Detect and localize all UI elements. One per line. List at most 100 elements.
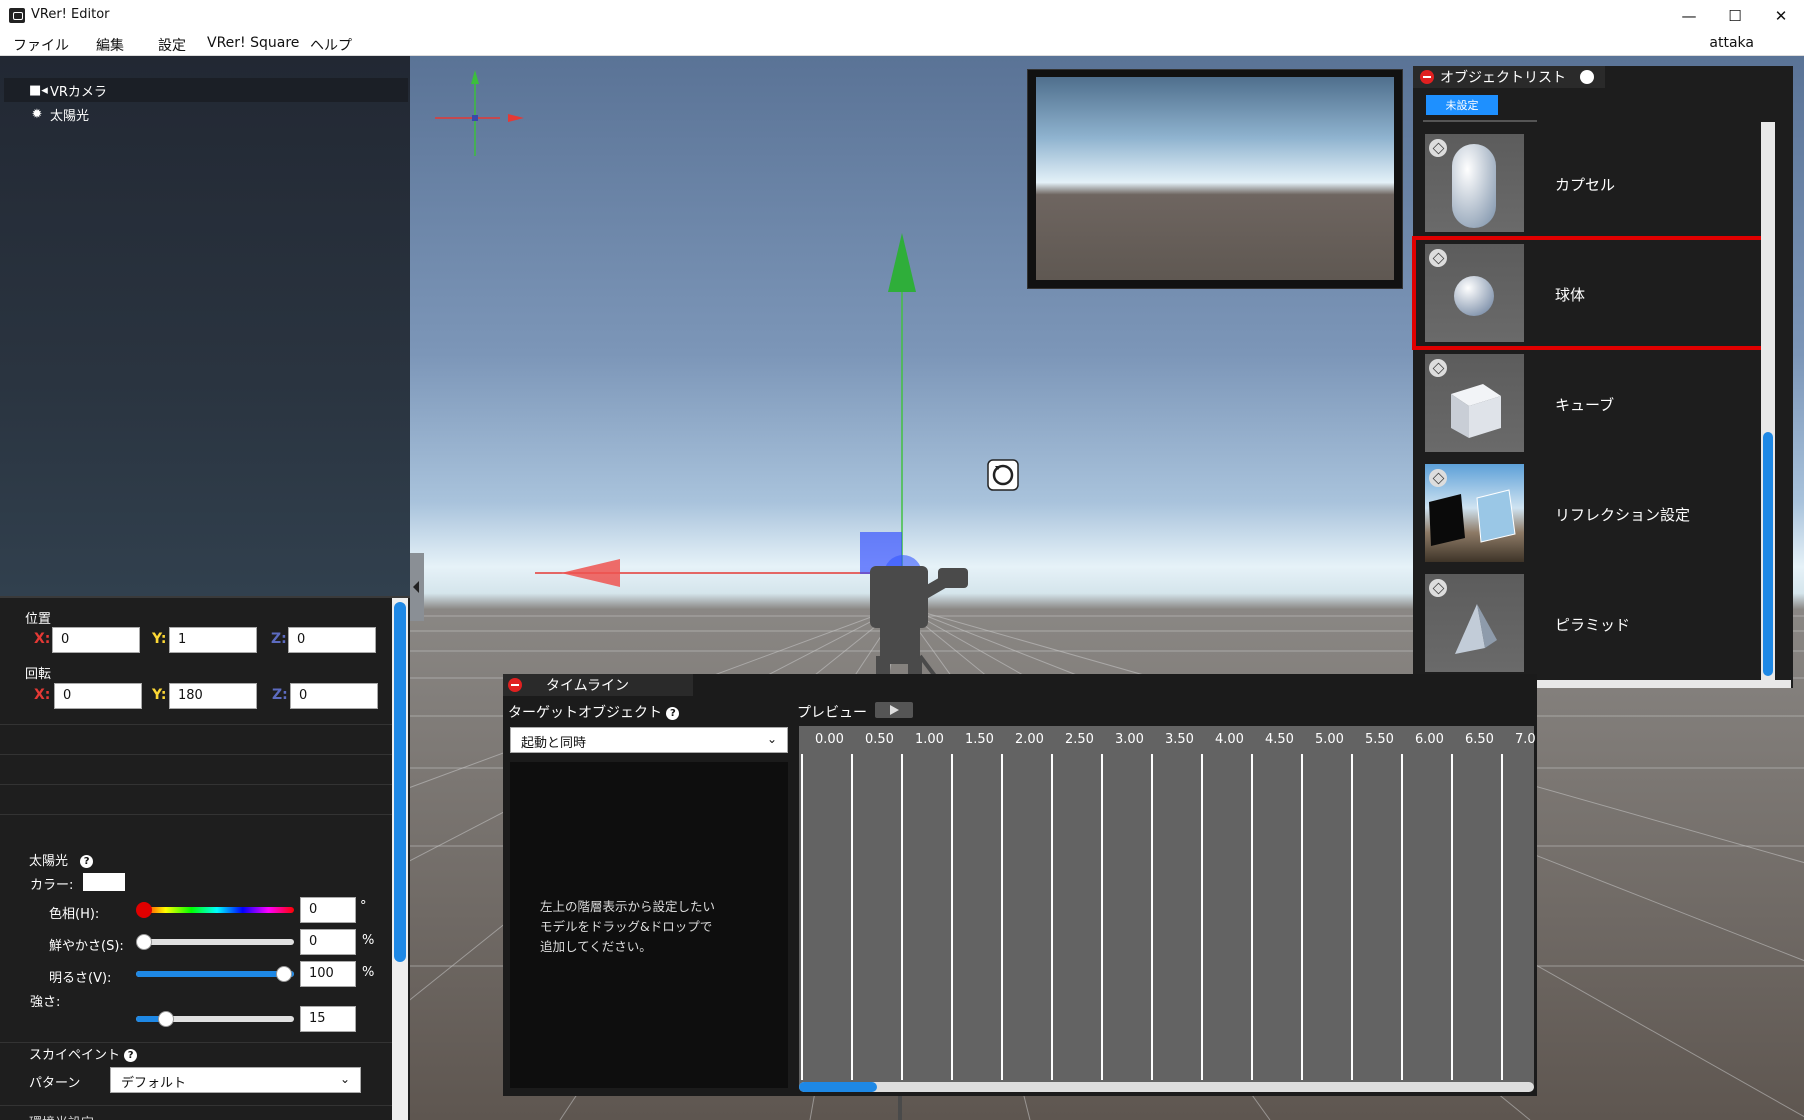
chevron-down-icon: ⌄ [766, 732, 777, 746]
intensity-field[interactable]: 15 [300, 1006, 356, 1032]
saturation-slider-handle[interactable] [136, 934, 152, 950]
menu-edit[interactable]: 編集 [96, 35, 124, 55]
pattern-select[interactable]: デフォルト ⌄ [110, 1067, 361, 1093]
position-y-label: Y: [152, 631, 167, 647]
info-icon[interactable] [1580, 70, 1594, 84]
timeline-tick-label: 5.50 [1365, 732, 1394, 747]
color-label: カラー: [30, 878, 74, 893]
object-name: ピラミッド [1555, 616, 1631, 634]
hierarchy-item-label: 太陽光 [50, 108, 90, 124]
position-x-field[interactable]: 0 [52, 627, 140, 653]
timeline-tick-label: 6.00 [1415, 732, 1444, 747]
timeline-tick-label: 1.00 [915, 732, 944, 747]
hue-slider-handle[interactable] [136, 902, 152, 918]
timeline-scroll-thumb[interactable] [799, 1082, 877, 1092]
inspector-scroll-thumb[interactable] [394, 602, 406, 962]
cube-icon [1429, 579, 1447, 597]
rotate-tool-icon[interactable] [987, 459, 1019, 491]
brightness-unit: % [362, 965, 375, 980]
maximize-button[interactable]: ☐ [1712, 0, 1758, 31]
help-icon[interactable]: ? [124, 1049, 138, 1062]
position-y-field[interactable]: 1 [169, 627, 257, 653]
rotation-y-field[interactable]: 180 [169, 683, 257, 709]
help-icon[interactable]: ? [666, 706, 680, 720]
menu-settings[interactable]: 設定 [158, 35, 186, 55]
panel-collapse-toggle[interactable] [410, 553, 424, 621]
object-item-reflection-settings[interactable]: リフレクション設定 [1425, 464, 1725, 564]
object-thumbnail [1425, 354, 1524, 452]
sunlight-section-title: 太陽光 ? [29, 850, 94, 869]
object-item-pyramid[interactable]: ピラミッド [1425, 574, 1725, 674]
help-icon[interactable]: ? [80, 855, 94, 868]
timeline-tick-label: 1.50 [965, 732, 994, 747]
object-item-capsule[interactable]: カプセル [1425, 134, 1725, 234]
hierarchy-item-sunlight[interactable]: ✹ 太陽光 [4, 102, 408, 126]
timeline-tick-label: 2.00 [1015, 732, 1044, 747]
rotation-z-label: Z: [272, 687, 288, 703]
position-z-field[interactable]: 0 [288, 627, 376, 653]
hue-field[interactable]: 0 [300, 897, 356, 923]
close-window-button[interactable]: ✕ [1758, 0, 1804, 31]
timeline-tick-label: 0.00 [815, 732, 844, 747]
camera-preview-image [1036, 77, 1394, 280]
divider [0, 1105, 392, 1106]
timeline-tab[interactable]: タイムライン [503, 674, 693, 696]
menu-help[interactable]: ヘルプ [310, 35, 352, 55]
hue-label: 色相(H): [49, 907, 100, 922]
timeline-tick-label: 0.50 [865, 732, 894, 747]
cube-icon [1429, 139, 1447, 157]
saturation-slider[interactable] [140, 939, 294, 945]
user-name[interactable]: attaka [1709, 35, 1754, 51]
object-thumbnail [1425, 574, 1524, 672]
sun-icon: ✹ [31, 106, 43, 122]
rotation-y-label: Y: [152, 687, 167, 703]
object-list-scroll-thumb[interactable] [1763, 432, 1773, 676]
timeline-track[interactable] [799, 726, 1534, 1088]
saturation-label: 鮮やかさ(S): [49, 939, 124, 954]
hierarchy-item-vr-camera[interactable]: ■◂ VRカメラ [4, 78, 408, 102]
rotation-z-field[interactable]: 0 [290, 683, 378, 709]
timeline-tick-label: 4.50 [1265, 732, 1294, 747]
timeline-tick-line [951, 754, 953, 1080]
skypaint-section-title: スカイペイント ? [29, 1044, 138, 1063]
saturation-field[interactable]: 0 [300, 929, 356, 955]
timeline-tick-line [1101, 754, 1103, 1080]
rotation-x-field[interactable]: 0 [54, 683, 142, 709]
timeline-tick-line [1501, 754, 1503, 1080]
timeline-tick-label: 2.50 [1065, 732, 1094, 747]
camera-preview-window [1027, 69, 1403, 289]
cube-icon [1429, 359, 1447, 377]
object-list-panel: オブジェクトリスト 未設定 カプセル 球体 キューブ リフレクション設定 ピラミ… [1412, 66, 1793, 688]
object-list-tab[interactable]: オブジェクトリスト [1413, 66, 1605, 88]
hue-slider[interactable] [140, 907, 294, 913]
object-item-cube[interactable]: キューブ [1425, 354, 1725, 454]
divider [0, 1042, 392, 1043]
object-list-title: オブジェクトリスト [1440, 70, 1566, 86]
timeline-scrollbar[interactable] [799, 1082, 1534, 1092]
brightness-slider-handle[interactable] [276, 966, 292, 982]
target-object-label: ターゲットオブジェクト ? [508, 702, 680, 722]
filter-chip[interactable]: 未設定 [1426, 95, 1498, 115]
timeline-tick-line [801, 754, 803, 1080]
play-preview-button[interactable] [875, 702, 913, 718]
close-panel-icon[interactable] [508, 678, 522, 692]
timeline-tick-line [901, 754, 903, 1080]
timeline-tick-label: 7.0 [1515, 732, 1536, 747]
menu-bar: ファイル 編集 設定 VRer! Square ヘルプ attaka [0, 31, 1804, 56]
timeline-drop-area[interactable]: 左上の階層表示から設定したい モデルをドラッグ&ドロップで 追加してください。 [510, 762, 788, 1088]
divider [0, 784, 392, 785]
rotation-x-label: X: [34, 687, 51, 703]
brightness-label: 明るさ(V): [49, 971, 112, 986]
trigger-select[interactable]: 起動と同時 ⌄ [510, 727, 788, 753]
brightness-field[interactable]: 100 [300, 961, 356, 987]
brightness-slider[interactable] [136, 971, 294, 977]
minimize-button[interactable]: — [1666, 0, 1712, 31]
inspector-panel: 位置 X: 0 Y: 1 Z: 0 回転 X: 0 Y: 180 Z: 0 太陽… [0, 596, 410, 1120]
color-swatch[interactable] [83, 873, 125, 891]
timeline-tick-line [1351, 754, 1353, 1080]
menu-file[interactable]: ファイル [13, 35, 69, 55]
close-panel-icon[interactable] [1420, 70, 1434, 84]
intensity-slider-handle[interactable] [158, 1011, 174, 1027]
object-thumbnail [1425, 464, 1524, 562]
menu-vrer-square[interactable]: VRer! Square [207, 35, 299, 51]
